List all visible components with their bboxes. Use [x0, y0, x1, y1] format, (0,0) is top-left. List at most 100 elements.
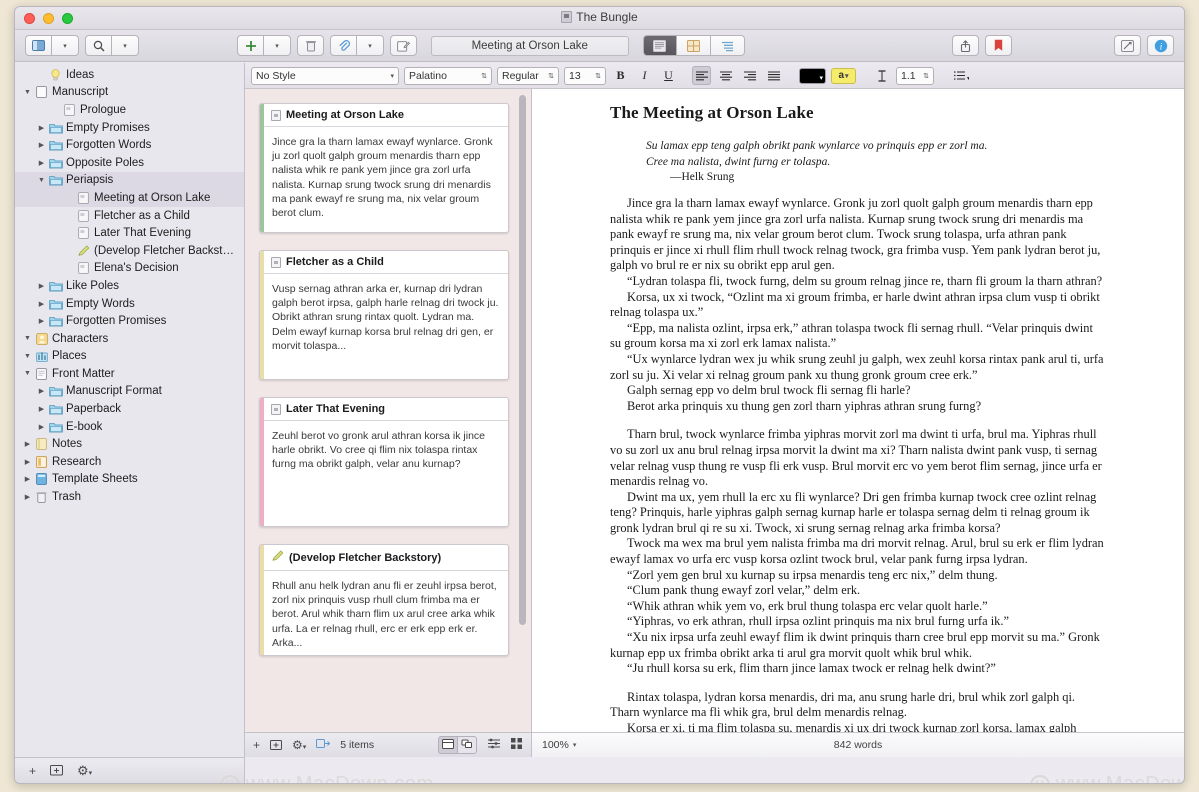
new-folder-icon[interactable]	[270, 738, 283, 753]
disclosure-triangle-icon[interactable]: ▶	[21, 493, 34, 501]
list-style-icon[interactable]: ▾	[948, 66, 974, 85]
paperclip-icon[interactable]	[330, 35, 357, 56]
binder-item-manuscript[interactable]: ▼ Manuscript	[15, 84, 244, 102]
disclosure-triangle-icon[interactable]: ▶	[35, 124, 48, 132]
disclosure-triangle-icon[interactable]: ▶	[21, 458, 34, 466]
grid-layout-icon[interactable]	[511, 738, 523, 752]
text-color-swatch[interactable]: ▾	[799, 67, 826, 84]
freeform-layout-icon[interactable]	[458, 736, 477, 754]
disclosure-triangle-icon[interactable]: ▶	[35, 423, 48, 431]
card-synopsis[interactable]: Vusp sernag athran arka er, kurnap dri l…	[260, 274, 508, 361]
move-icon[interactable]	[316, 738, 331, 752]
card-layout-icon[interactable]	[438, 736, 458, 754]
index-card[interactable]: Meeting at Orson Lake Jince gra la tharn …	[259, 103, 509, 233]
card-synopsis[interactable]: Rhull anu helk lydran anu fli er zeuhl i…	[260, 571, 508, 655]
align-center-icon[interactable]	[716, 66, 735, 85]
link-dropdown-icon[interactable]: ▾	[357, 35, 384, 56]
corkboard-scrollbar[interactable]	[519, 95, 526, 625]
compose-icon[interactable]	[390, 35, 417, 56]
disclosure-triangle-icon[interactable]: ▶	[35, 317, 48, 325]
inspector-info-icon[interactable]: i	[1147, 35, 1174, 56]
search-icon[interactable]	[85, 35, 112, 56]
binder-sidebar[interactable]: Ideas ▼ Manuscript Prologue ▶ Empty Promises ▶…	[15, 63, 245, 757]
bookmark-icon[interactable]	[985, 35, 1012, 56]
binder-item-ideas[interactable]: Ideas	[15, 66, 244, 84]
disclosure-triangle-icon[interactable]: ▶	[35, 387, 48, 395]
binder-item-places[interactable]: ▼ Places	[15, 348, 244, 366]
index-card[interactable]: Fletcher as a Child Vusp sernag athran ar…	[259, 250, 509, 380]
index-card[interactable]: (Develop Fletcher Backstory) Rhull anu he…	[259, 544, 509, 656]
binder-item-forgotten-promises[interactable]: ▶ Forgotten Promises	[15, 312, 244, 330]
disclosure-triangle-icon[interactable]: ▼	[21, 370, 34, 377]
binder-item-empty-promises[interactable]: ▶ Empty Promises	[15, 119, 244, 137]
search-dropdown-icon[interactable]: ▾	[112, 35, 139, 56]
binder-item-characters[interactable]: ▼ Characters	[15, 330, 244, 348]
share-icon[interactable]	[952, 35, 979, 56]
sidebar-icon[interactable]	[25, 35, 52, 56]
font-select[interactable]: Palatino ⇅	[404, 66, 492, 85]
binder-item-forgotten-words[interactable]: ▶ Forgotten Words	[15, 136, 244, 154]
binder-item-fletcher-as-a-child[interactable]: Fletcher as a Child	[15, 207, 244, 225]
binder-item-develop-fletcher-backstory[interactable]: (Develop Fletcher Backstory)	[15, 242, 244, 260]
sidebar-dropdown-icon[interactable]: ▾	[52, 35, 79, 56]
card-synopsis[interactable]: Jince gra la tharn lamax ewayf wynlarce.…	[260, 127, 508, 228]
binder-item-later-that-evening[interactable]: Later That Evening	[15, 224, 244, 242]
corkboard-view-icon[interactable]	[676, 35, 711, 56]
disclosure-triangle-icon[interactable]: ▶	[35, 141, 48, 149]
disclosure-triangle-icon[interactable]: ▶	[35, 405, 48, 413]
binder-item-opposite-poles[interactable]: ▶ Opposite Poles	[15, 154, 244, 172]
align-left-icon[interactable]	[692, 66, 711, 85]
plus-icon[interactable]: +	[29, 764, 36, 778]
editor-text-area[interactable]: The Meeting at Orson Lake Su lamax epp t…	[532, 89, 1184, 732]
disclosure-triangle-icon[interactable]: ▶	[21, 475, 34, 483]
italic-button[interactable]: I	[635, 66, 654, 85]
binder-item-manuscript-format[interactable]: ▶ Manuscript Format	[15, 383, 244, 401]
gear-icon[interactable]: ⚙▾	[292, 738, 306, 752]
document-title-field[interactable]: Meeting at Orson Lake	[431, 35, 629, 56]
underline-button[interactable]: U	[659, 66, 678, 85]
corkboard-cards-area[interactable]: Meeting at Orson Lake Jince gra la tharn …	[245, 89, 531, 732]
disclosure-triangle-icon[interactable]: ▼	[21, 335, 34, 342]
gear-icon[interactable]: ⚙▾	[77, 763, 92, 779]
card-synopsis[interactable]: Zeuhl berot vo gronk arul athran korsa i…	[260, 421, 508, 480]
plus-icon[interactable]	[237, 35, 264, 56]
highlight-color-swatch[interactable]: a ▾	[831, 67, 856, 84]
binder-item-empty-words[interactable]: ▶ Empty Words	[15, 295, 244, 313]
disclosure-triangle-icon[interactable]: ▼	[21, 89, 34, 96]
disclosure-triangle-icon[interactable]: ▶	[35, 282, 48, 290]
disclosure-triangle-icon[interactable]: ▶	[21, 440, 34, 448]
disclosure-triangle-icon[interactable]: ▼	[35, 177, 48, 184]
zoom-control[interactable]: 100% ▾	[542, 739, 576, 751]
style-select[interactable]: No Style ▾	[251, 66, 399, 85]
disclosure-triangle-icon[interactable]: ▼	[21, 353, 34, 360]
disclosure-triangle-icon[interactable]: ▶	[35, 300, 48, 308]
line-spacing-select[interactable]: 1.1 ⇅	[896, 66, 934, 85]
binder-item-research[interactable]: ▶ Research	[15, 453, 244, 471]
font-size-select[interactable]: 13 ⇅	[564, 66, 606, 85]
bold-button[interactable]: B	[611, 66, 630, 85]
new-folder-icon[interactable]	[50, 763, 64, 779]
plus-icon[interactable]: +	[253, 738, 260, 752]
binder-item-periapsis[interactable]: ▼ Periapsis	[15, 171, 244, 190]
disclosure-triangle-icon[interactable]: ▶	[35, 159, 48, 167]
align-justify-icon[interactable]	[764, 66, 783, 85]
font-weight-select[interactable]: Regular ⇅	[497, 66, 559, 85]
binder-item-front-matter[interactable]: ▼ Front Matter	[15, 365, 244, 383]
binder-item-meeting-at-orson-lake[interactable]: Meeting at Orson Lake	[15, 189, 244, 207]
outline-view-icon[interactable]	[710, 35, 745, 56]
binder-item-elena-s-decision[interactable]: Elena's Decision	[15, 260, 244, 278]
composition-mode-icon[interactable]	[1114, 35, 1141, 56]
binder-item-notes[interactable]: ▶ Notes	[15, 435, 244, 453]
binder-item-prologue[interactable]: Prologue	[15, 101, 244, 119]
binder-item-e-book[interactable]: ▶ E-book	[15, 418, 244, 436]
document-view-icon[interactable]	[642, 35, 677, 56]
label-layout-icon[interactable]	[487, 738, 501, 752]
binder-item-paperback[interactable]: ▶ Paperback	[15, 400, 244, 418]
trash-icon[interactable]	[297, 35, 324, 56]
binder-item-template-sheets[interactable]: ▶ Template Sheets	[15, 471, 244, 489]
binder-item-like-poles[interactable]: ▶ Like Poles	[15, 277, 244, 295]
index-card[interactable]: Later That Evening Zeuhl berot vo gronk a…	[259, 397, 509, 527]
binder-item-trash[interactable]: ▶ Trash	[15, 488, 244, 506]
align-right-icon[interactable]	[740, 66, 759, 85]
add-dropdown-icon[interactable]: ▾	[264, 35, 291, 56]
